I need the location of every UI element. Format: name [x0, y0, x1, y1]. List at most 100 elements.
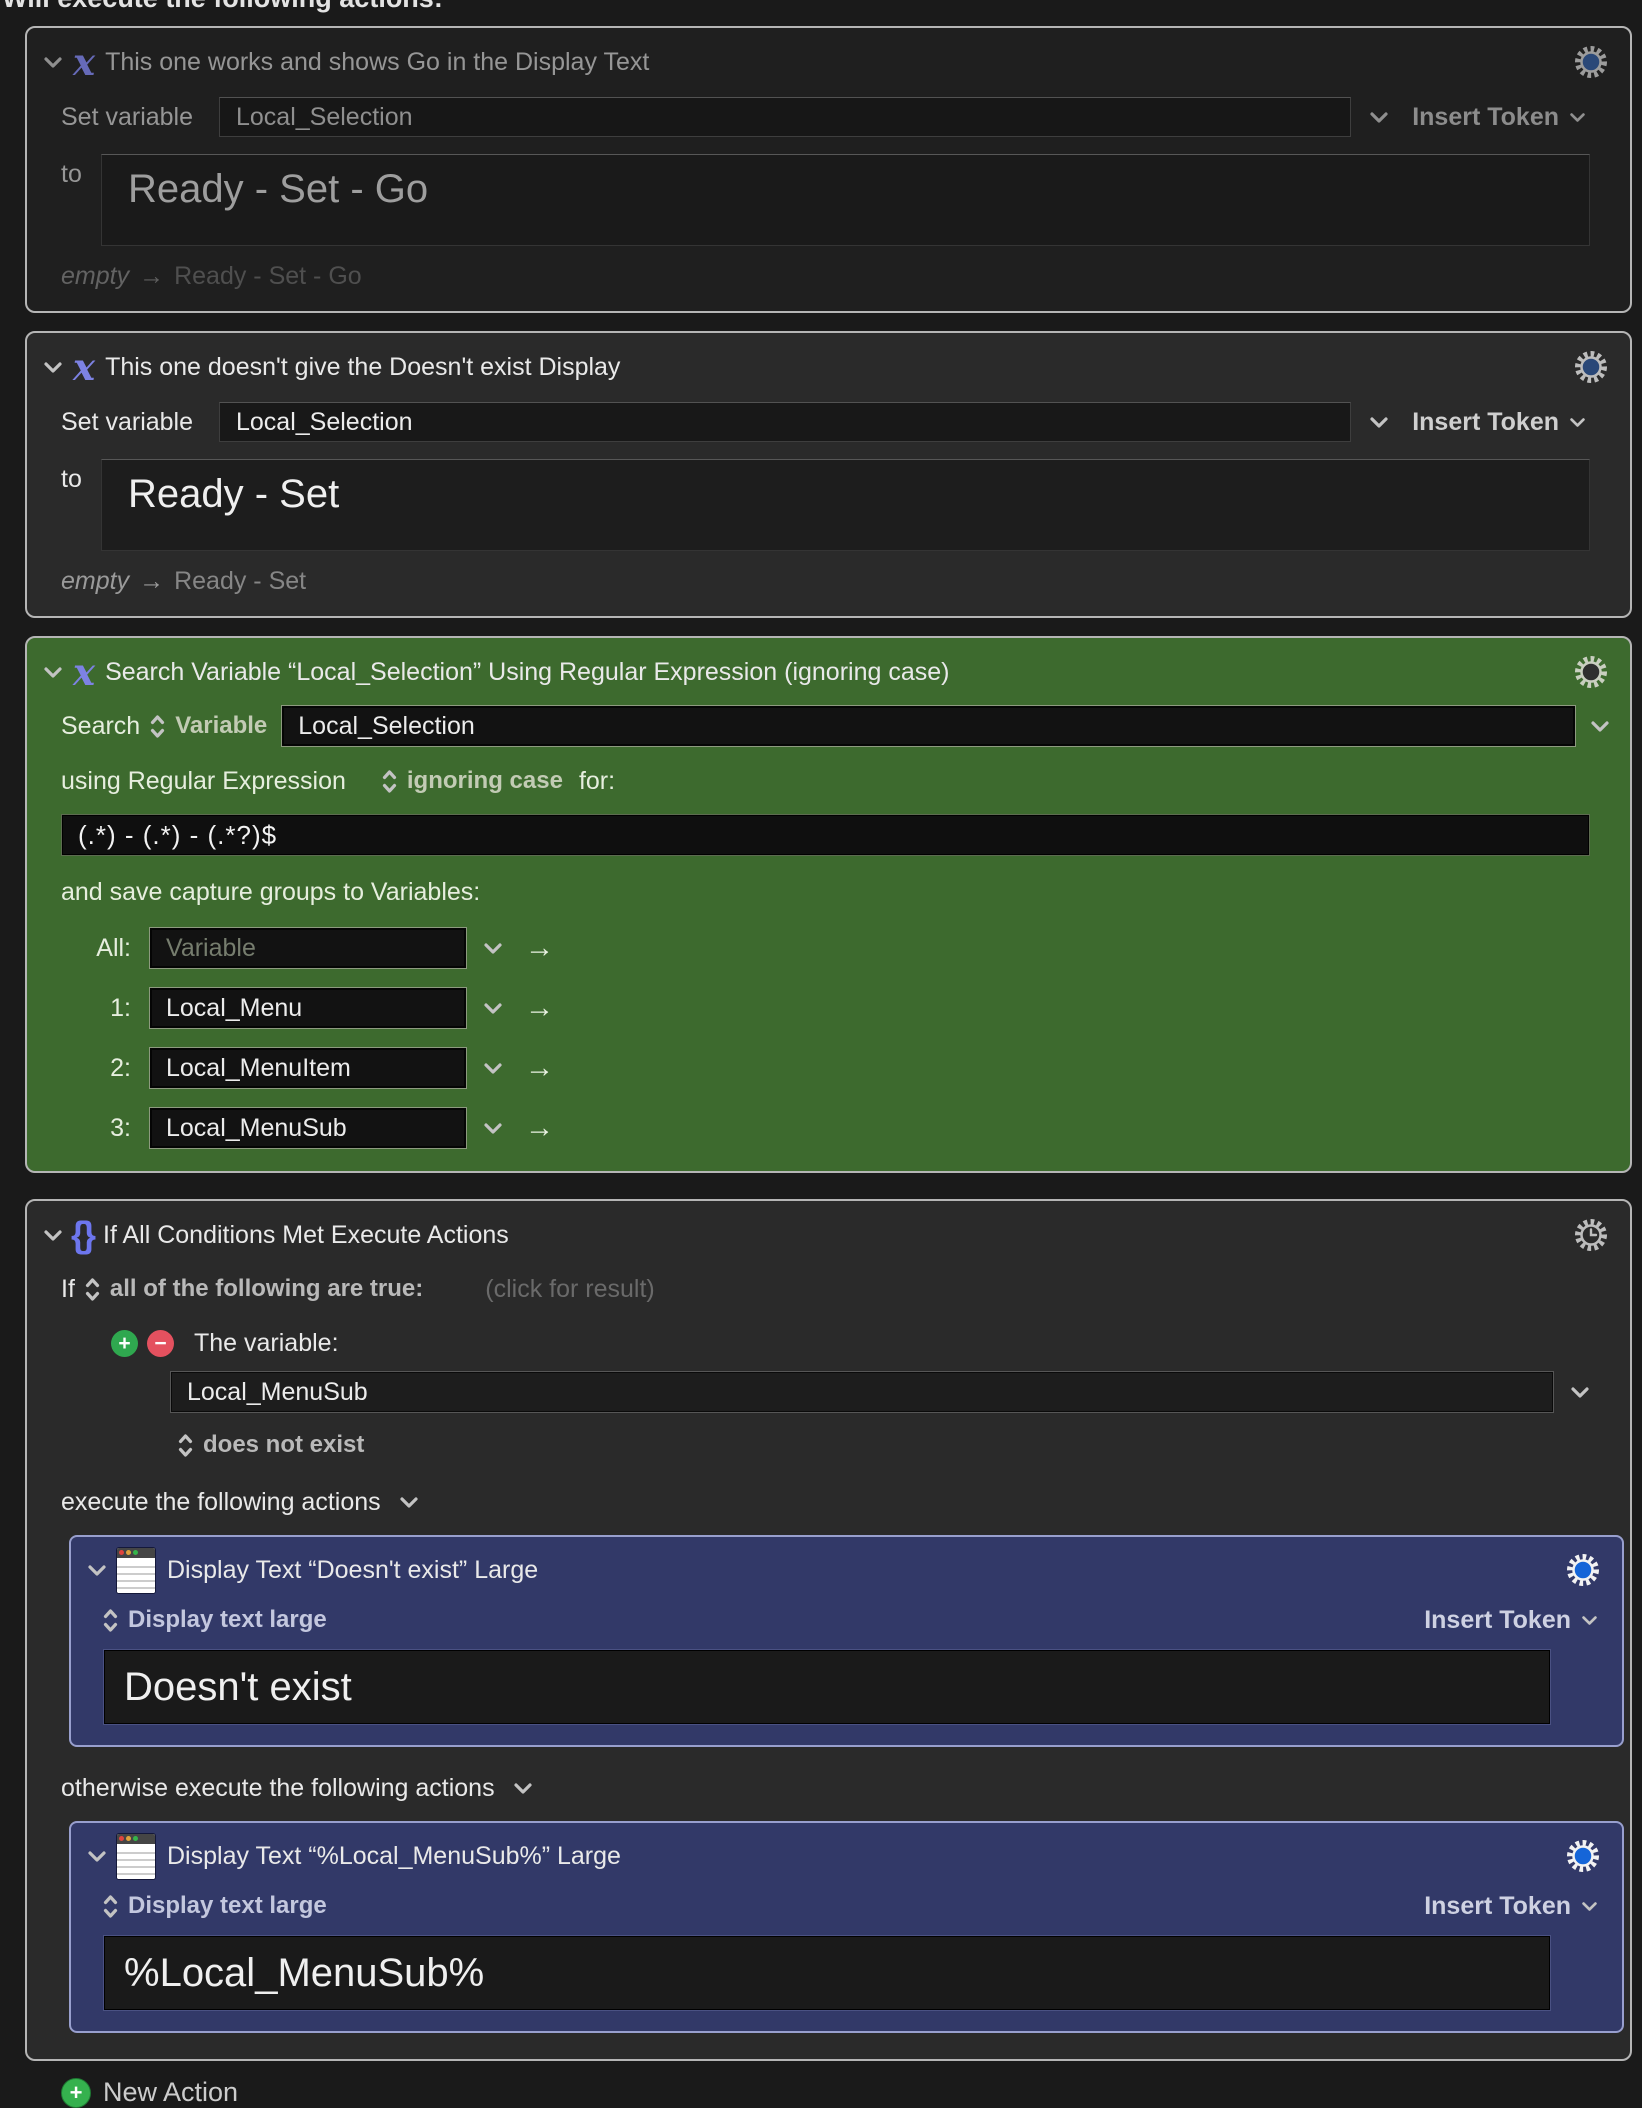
set-variable-label: Set variable	[61, 408, 219, 437]
remove-condition-button[interactable]: −	[147, 1330, 174, 1357]
collapse-actions-chevron-icon[interactable]	[399, 1496, 419, 1509]
action-if-conditions[interactable]: {} If All Conditions Met Execute Actions…	[25, 1199, 1632, 2061]
capture-group-3-field[interactable]: Local_MenuSub	[149, 1107, 467, 1149]
condition-variable-row: Local_MenuSub	[170, 1371, 1630, 1413]
capture-group-1-field[interactable]: Local_Menu	[149, 987, 467, 1029]
gear-icon[interactable]	[1564, 1551, 1602, 1589]
disclosure-chevron-icon[interactable]	[87, 1564, 107, 1577]
disclosure-chevron-icon[interactable]	[87, 1850, 107, 1863]
goto-variable-arrow[interactable]: →	[525, 992, 554, 1025]
result-preview[interactable]: empty→Ready - Set - Go	[61, 262, 1630, 291]
variable-dropdown-icon[interactable]	[483, 942, 503, 955]
action-title: This one doesn't give the Doesn't exist …	[105, 353, 620, 382]
chevron-down-icon	[1569, 112, 1586, 123]
for-label: for:	[579, 767, 615, 796]
goto-variable-arrow[interactable]: →	[525, 932, 554, 965]
value-text-field[interactable]: Ready - Set	[101, 459, 1590, 551]
updown-selector-icon[interactable]	[85, 1276, 100, 1303]
collapse-actions-chevron-icon[interactable]	[513, 1782, 533, 1795]
case-mode-option[interactable]: ignoring case	[407, 767, 563, 795]
condition-operator-option[interactable]: does not exist	[203, 1431, 364, 1459]
updown-selector-icon[interactable]	[178, 1432, 193, 1459]
disclosure-chevron-icon[interactable]	[43, 56, 63, 69]
add-condition-button[interactable]: +	[111, 1330, 138, 1357]
insert-token-menu[interactable]: Insert Token	[1412, 408, 1586, 437]
action-header: {} If All Conditions Met Execute Actions	[27, 1201, 1630, 1257]
action-display-text-else[interactable]: Display Text “%Local_MenuSub%” Large Dis…	[69, 1821, 1624, 2033]
insert-token-menu[interactable]: Insert Token	[1412, 103, 1586, 132]
goto-variable-arrow[interactable]: →	[525, 1112, 554, 1145]
variable-dropdown-icon[interactable]	[483, 1062, 503, 1075]
display-mode-row: Display text large Insert Token	[103, 1603, 1598, 1637]
gear-icon[interactable]	[1564, 1837, 1602, 1875]
execute-note-clip: Will execute the following actions:	[0, 0, 1642, 16]
updown-selector-icon[interactable]	[150, 713, 165, 740]
chevron-down-icon	[1581, 1615, 1598, 1626]
click-for-result-hint[interactable]: (click for result)	[485, 1275, 654, 1304]
display-text-field[interactable]: Doesn't exist	[103, 1649, 1551, 1725]
action-header: Display Text “%Local_MenuSub%” Large	[71, 1823, 1622, 1879]
variable-dropdown-icon[interactable]	[1369, 111, 1389, 124]
gear-icon[interactable]	[1572, 348, 1610, 386]
action-set-variable-1[interactable]: x This one works and shows Go in the Dis…	[25, 26, 1632, 313]
to-row: to Ready - Set - Go	[61, 154, 1590, 246]
to-row: to Ready - Set	[61, 459, 1590, 551]
display-text-field[interactable]: %Local_MenuSub%	[103, 1935, 1551, 2011]
value-text-field[interactable]: Ready - Set - Go	[101, 154, 1590, 246]
if-condition-mode-row: If all of the following are true: (click…	[61, 1271, 1630, 1307]
search-mode-option[interactable]: Variable	[175, 712, 267, 740]
plus-icon: +	[61, 2078, 91, 2108]
gear-icon[interactable]	[1572, 653, 1610, 691]
using-label: using Regular Expression	[61, 767, 346, 796]
action-header: x This one doesn't give the Doesn't exis…	[27, 333, 1630, 389]
to-label: to	[61, 154, 101, 189]
capture-group-row: 2: Local_MenuItem →	[61, 1047, 1630, 1089]
variable-x-icon: x	[73, 657, 95, 687]
gear-clock-icon[interactable]	[1572, 1216, 1610, 1254]
disclosure-chevron-icon[interactable]	[43, 1229, 63, 1242]
match-mode-option[interactable]: all of the following are true:	[110, 1275, 423, 1303]
text-window-icon	[117, 1548, 155, 1593]
action-display-text-then[interactable]: Display Text “Doesn't exist” Large Displ…	[69, 1535, 1624, 1747]
variable-dropdown-icon[interactable]	[1570, 1386, 1590, 1399]
execute-note: Will execute the following actions:	[2, 0, 443, 14]
new-action-button[interactable]: + New Action	[61, 2077, 1632, 2108]
display-mode-option[interactable]: Display text large	[128, 1892, 327, 1920]
result-preview[interactable]: empty→Ready - Set	[61, 567, 1630, 596]
new-action-label: New Action	[103, 2077, 238, 2108]
insert-token-menu[interactable]: Insert Token	[1424, 1892, 1598, 1921]
gear-icon[interactable]	[1572, 43, 1610, 81]
variable-dropdown-icon[interactable]	[1369, 416, 1389, 429]
execute-actions-label: execute the following actions	[61, 1488, 381, 1517]
action-set-variable-2[interactable]: x This one doesn't give the Doesn't exis…	[25, 331, 1632, 618]
variable-dropdown-icon[interactable]	[1590, 720, 1610, 733]
chevron-down-icon	[1581, 1901, 1598, 1912]
braces-icon: {}	[71, 1220, 93, 1250]
to-label: to	[61, 459, 101, 494]
set-variable-row: Set variable Local_Selection Insert Toke…	[61, 96, 1586, 138]
disclosure-chevron-icon[interactable]	[43, 361, 63, 374]
variable-name-field[interactable]: Local_Selection	[219, 402, 1351, 442]
display-mode-option[interactable]: Display text large	[128, 1606, 327, 1634]
updown-selector-icon[interactable]	[382, 768, 397, 795]
capture-group-all-field[interactable]: Variable	[149, 927, 467, 969]
regex-pattern-field[interactable]: (.*) - (.*) - (.*?)$	[61, 814, 1590, 856]
chevron-down-icon	[1569, 417, 1586, 428]
capture-group-2-field[interactable]: Local_MenuItem	[149, 1047, 467, 1089]
updown-selector-icon[interactable]	[103, 1607, 118, 1634]
variable-dropdown-icon[interactable]	[483, 1122, 503, 1135]
variable-dropdown-icon[interactable]	[483, 1002, 503, 1015]
condition-operator-row: does not exist	[178, 1429, 1630, 1461]
search-variable-field[interactable]: Local_Selection	[281, 705, 1576, 747]
disclosure-chevron-icon[interactable]	[43, 666, 63, 679]
condition-variable-field[interactable]: Local_MenuSub	[170, 1371, 1554, 1413]
insert-token-menu[interactable]: Insert Token	[1424, 1606, 1598, 1635]
action-title: If All Conditions Met Execute Actions	[103, 1221, 509, 1250]
display-mode-row: Display text large Insert Token	[103, 1889, 1598, 1923]
variable-name-field[interactable]: Local_Selection	[219, 97, 1351, 137]
updown-selector-icon[interactable]	[103, 1893, 118, 1920]
goto-variable-arrow[interactable]: →	[525, 1052, 554, 1085]
search-row: Search Variable Local_Selection	[61, 704, 1610, 748]
capture-group-row: All: Variable →	[61, 927, 1630, 969]
action-search-variable[interactable]: x Search Variable “Local_Selection” Usin…	[25, 636, 1632, 1173]
